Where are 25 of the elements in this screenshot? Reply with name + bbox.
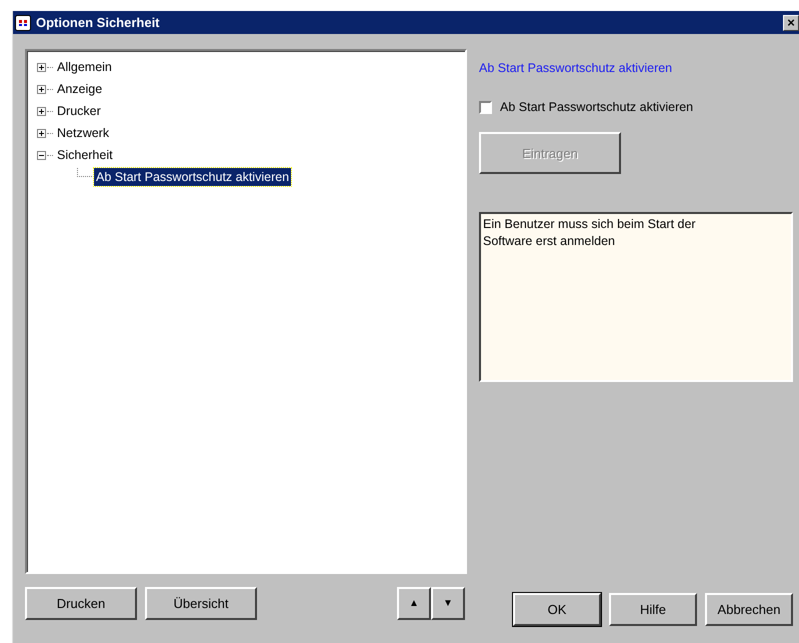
arrow-button[interactable]: ▼ bbox=[431, 587, 465, 620]
expander-icon[interactable] bbox=[37, 106, 46, 116]
dialog-button[interactable]: OK bbox=[513, 593, 601, 626]
checkbox-label: Ab Start Passwortschutz aktivieren bbox=[500, 100, 694, 114]
checkbox[interactable] bbox=[479, 100, 492, 114]
expander-icon[interactable] bbox=[37, 62, 46, 72]
expander-icon[interactable] bbox=[37, 128, 46, 138]
tree-item[interactable]: Ab Start Passwortschutz aktivieren bbox=[94, 168, 292, 186]
dialog-button[interactable]: Hilfe bbox=[609, 593, 697, 626]
arrow-button[interactable]: ▲ bbox=[397, 587, 431, 620]
tree-item[interactable]: Allgemein bbox=[55, 58, 114, 76]
section-heading: Ab Start Passwortschutz aktivieren bbox=[479, 61, 674, 75]
tree-item[interactable]: Drucker bbox=[55, 102, 103, 120]
app-icon bbox=[15, 14, 31, 30]
close-button[interactable]: × bbox=[783, 14, 799, 30]
expander-icon[interactable] bbox=[37, 84, 46, 94]
window-title: Optionen Sicherheit bbox=[36, 15, 161, 30]
tree-item[interactable]: Anzeige bbox=[55, 80, 104, 98]
dialog-button[interactable]: Drucken bbox=[25, 587, 137, 620]
tree-item[interactable]: Netzwerk bbox=[55, 124, 112, 142]
expander-icon[interactable] bbox=[37, 150, 46, 160]
description-box: Ein Benutzer muss sich beim Start der Software erst anmelden bbox=[479, 212, 793, 382]
tree-item[interactable]: Sicherheit bbox=[55, 146, 115, 164]
dialog-button[interactable]: Übersicht bbox=[145, 587, 257, 620]
dialog-button[interactable]: Abbrechen bbox=[705, 593, 793, 626]
